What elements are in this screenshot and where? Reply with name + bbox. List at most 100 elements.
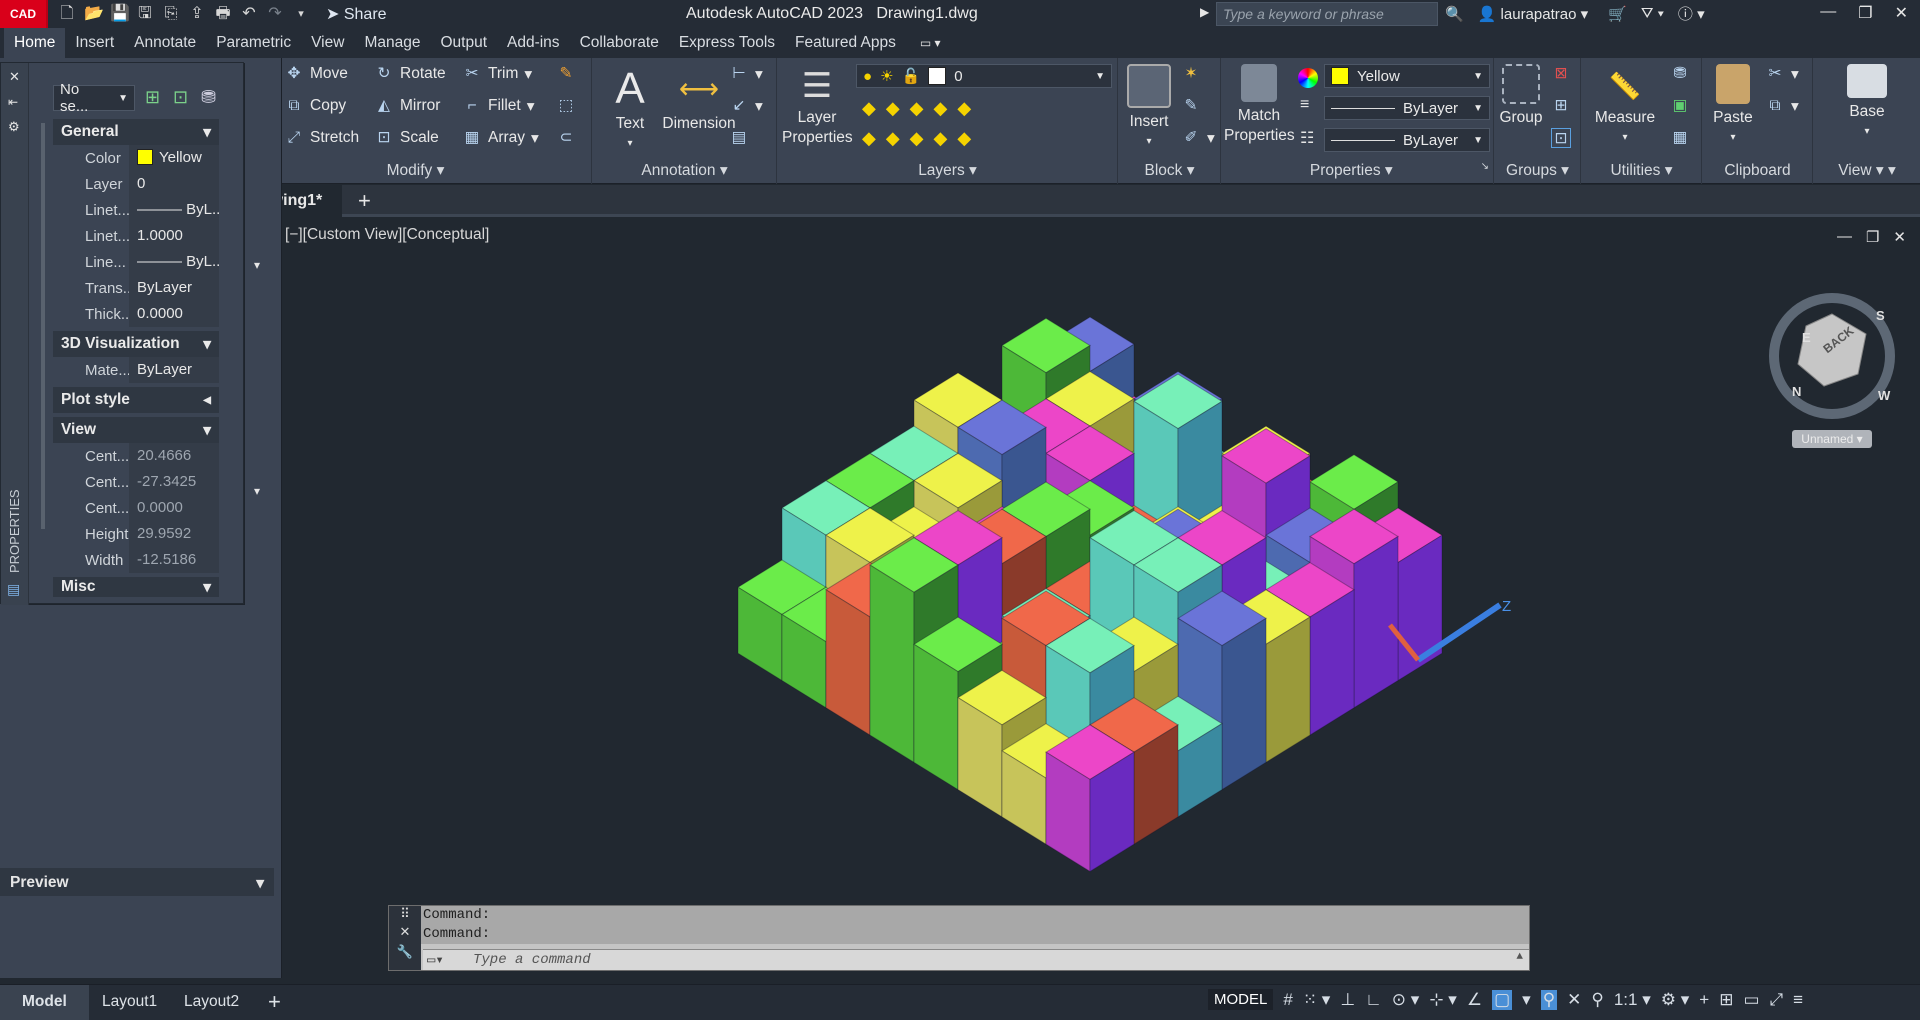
color-wheel-icon[interactable] bbox=[1298, 68, 1318, 88]
linear-dim-button[interactable]: ⊢ ▾ bbox=[729, 64, 763, 84]
fillet-button[interactable]: ⌐ Fillet ▾ bbox=[462, 96, 534, 116]
close-icon[interactable]: ✕ bbox=[1895, 3, 1908, 23]
tab-model[interactable]: Model bbox=[0, 985, 89, 1020]
infer-icon[interactable]: ⊥ bbox=[1340, 990, 1355, 1010]
insert-block-button[interactable]: Insert ▾ bbox=[1123, 64, 1175, 152]
cart-icon[interactable]: 🛒 bbox=[1608, 5, 1627, 23]
prop-value[interactable]: ——— ByL... bbox=[129, 249, 219, 275]
isodraft-icon[interactable]: ⊹ ▾ bbox=[1429, 990, 1457, 1010]
match-properties-button[interactable]: Match Properties bbox=[1224, 64, 1295, 146]
properties-group-label[interactable]: Properties ▾ ↘ bbox=[1222, 161, 1493, 180]
clipboard-group-label[interactable]: Clipboard bbox=[1703, 162, 1812, 180]
palette-settings-icon[interactable]: ⚙ bbox=[8, 119, 20, 135]
group-edit-button[interactable]: ⊞ bbox=[1551, 96, 1571, 116]
command-input[interactable]: ▭▾ Type a command ▲ bbox=[423, 949, 1529, 970]
workspace-icon[interactable]: ⚙ ▾ bbox=[1661, 990, 1690, 1010]
command-close-icon[interactable]: ✕ bbox=[389, 924, 421, 940]
selection-cycle-icon[interactable]: ▢ bbox=[1492, 989, 1513, 1010]
general-section-header[interactable]: General ▾ bbox=[53, 119, 219, 145]
view-section-header[interactable]: View ▾ bbox=[53, 417, 219, 443]
copy-clip-button[interactable]: ⧉ ▾ bbox=[1765, 96, 1798, 116]
customize-dropdown-icon[interactable]: ▾ bbox=[292, 5, 310, 23]
copy-button[interactable]: ⧉ Copy bbox=[284, 96, 346, 116]
viewport-restore-icon[interactable]: ❐ bbox=[1866, 228, 1879, 246]
prop-row-width[interactable]: Width -12.5186 bbox=[53, 547, 219, 573]
tab-output[interactable]: Output bbox=[430, 28, 497, 58]
lineweight-dropdown[interactable]: ByLayer ▼ bbox=[1324, 128, 1490, 152]
prop-row-color[interactable]: Color Yellow bbox=[53, 145, 219, 171]
search-expand-icon[interactable]: ▶ bbox=[1200, 5, 1209, 19]
color-dropdown[interactable]: Yellow ▼ bbox=[1324, 64, 1490, 88]
attribute-button[interactable]: ✐ ▾ bbox=[1181, 128, 1215, 148]
prop-row-transparency[interactable]: Trans...ByLayer bbox=[53, 275, 219, 301]
annotation-visibility-icon[interactable]: ⚲ bbox=[1540, 989, 1558, 1010]
measure-button[interactable]: 📏 Measure ▾ bbox=[1588, 64, 1662, 148]
help-icon[interactable]: ⓘ ▾ bbox=[1678, 3, 1705, 24]
prop-row-thickness[interactable]: Thick... 0.0000 bbox=[53, 301, 219, 327]
user-account[interactable]: 👤 laurapatrao ▾ bbox=[1478, 5, 1588, 23]
save-web-icon[interactable]: ⇪ bbox=[188, 5, 206, 23]
tab-add-ins[interactable]: Add-ins bbox=[497, 28, 570, 58]
select-objects-icon[interactable]: ⊡ bbox=[173, 87, 188, 108]
auto-scale-icon[interactable]: ✕ bbox=[1567, 990, 1581, 1010]
modify-group-label[interactable]: Modify ▾ bbox=[240, 161, 591, 180]
command-expand-icon[interactable]: ▲ bbox=[1516, 951, 1523, 963]
paste-button[interactable]: Paste ▾ bbox=[1711, 64, 1755, 148]
erase-button[interactable]: ✎ bbox=[556, 64, 576, 84]
layer-dropdown[interactable]: ● ☀ 🔓 0 ▼ bbox=[856, 64, 1112, 88]
text-button[interactable]: A Text ▾ bbox=[605, 64, 655, 154]
palette-autohide-icon[interactable]: ⇤ bbox=[8, 95, 18, 109]
prop-row-center-y[interactable]: Cent... -27.3425 bbox=[53, 469, 219, 495]
move-button[interactable]: ✥ Move bbox=[284, 64, 348, 84]
viewport-close-icon[interactable]: ✕ bbox=[1893, 228, 1906, 246]
prop-row-height[interactable]: Height 29.9592 bbox=[53, 521, 219, 547]
tab-layout1[interactable]: Layout1 bbox=[102, 993, 157, 1011]
group-button[interactable]: Group bbox=[1499, 64, 1543, 128]
viewport-controls-label[interactable]: [−][Custom View][Conceptual] bbox=[285, 226, 489, 244]
units-icon[interactable]: ⊞ bbox=[1719, 990, 1733, 1010]
viz-section-header[interactable]: 3D Visualization ▾ bbox=[53, 331, 219, 357]
side-panel-collapse-icon-2[interactable]: ▾ bbox=[254, 484, 260, 498]
object-track-icon[interactable]: ∠ bbox=[1467, 990, 1482, 1010]
add-layout-icon[interactable]: + bbox=[268, 989, 281, 1015]
clean-screen-icon[interactable]: ⤢ bbox=[1770, 990, 1784, 1010]
prop-row-layer[interactable]: Layer 0 bbox=[53, 171, 219, 197]
utilities-group-label[interactable]: Utilities ▾ bbox=[1582, 161, 1701, 180]
stretch-button[interactable]: ⤢ Stretch bbox=[284, 128, 359, 148]
redo-icon[interactable]: ↷ bbox=[266, 5, 284, 23]
palette-menu-icon[interactable]: ▤ bbox=[7, 581, 20, 598]
grip-icon[interactable]: ⠿ bbox=[389, 906, 421, 922]
preview-expand-icon[interactable]: ▾ bbox=[256, 874, 264, 892]
tab-parametric[interactable]: Parametric bbox=[206, 28, 301, 58]
misc-section-header[interactable]: Misc ▾ bbox=[53, 577, 219, 597]
ucs-menu[interactable]: Unnamed ▾ bbox=[1792, 430, 1872, 448]
customization-menu-icon[interactable]: ≡ bbox=[1793, 990, 1803, 1010]
tab-home[interactable]: Home bbox=[4, 28, 66, 58]
minimize-icon[interactable]: — bbox=[1820, 3, 1836, 23]
open-web-icon[interactable]: ⎘ bbox=[162, 5, 180, 23]
view-cube[interactable]: BACK E S N W bbox=[1766, 290, 1898, 422]
view-collapse-icon[interactable]: ▾ bbox=[203, 421, 211, 440]
mirror-button[interactable]: ◭ Mirror bbox=[374, 96, 440, 116]
tab-featured-apps[interactable]: Featured Apps bbox=[785, 28, 906, 58]
prop-value[interactable]: 0.0000 bbox=[129, 301, 219, 327]
quick-select-palette-icon[interactable]: ⛃ bbox=[201, 87, 216, 108]
undo-icon[interactable]: ↶ bbox=[240, 5, 258, 23]
cut-button[interactable]: ✂ ▾ bbox=[1765, 64, 1799, 84]
tab-express-tools[interactable]: Express Tools bbox=[669, 28, 785, 58]
palette-titlebar[interactable]: ✕ ⇤ ⚙ PROPERTIES ▤ bbox=[1, 63, 29, 605]
select-all-button[interactable]: ▣ bbox=[1670, 96, 1690, 116]
leader-button[interactable]: ↙ ▾ bbox=[729, 96, 763, 116]
create-block-button[interactable]: ✶ bbox=[1181, 64, 1201, 84]
viewport-minimize-icon[interactable]: — bbox=[1837, 228, 1852, 246]
group-select-button[interactable]: ⊡ bbox=[1551, 128, 1571, 148]
calculator-button[interactable]: ▦ bbox=[1670, 128, 1690, 148]
base-button[interactable]: Base ▾ bbox=[1830, 64, 1904, 142]
grid-icon[interactable]: # bbox=[1283, 990, 1292, 1010]
array-button[interactable]: ▦ Array ▾ bbox=[462, 128, 539, 148]
prop-row-linetype[interactable]: Linet... ——— ByL... bbox=[53, 197, 219, 223]
open-folder-icon[interactable]: 📂 bbox=[84, 5, 104, 23]
ucs-dynamic-icon[interactable]: ▾ bbox=[1522, 990, 1531, 1010]
palette-close-icon[interactable]: ✕ bbox=[9, 69, 20, 85]
save-icon[interactable]: 💾 bbox=[110, 5, 130, 23]
